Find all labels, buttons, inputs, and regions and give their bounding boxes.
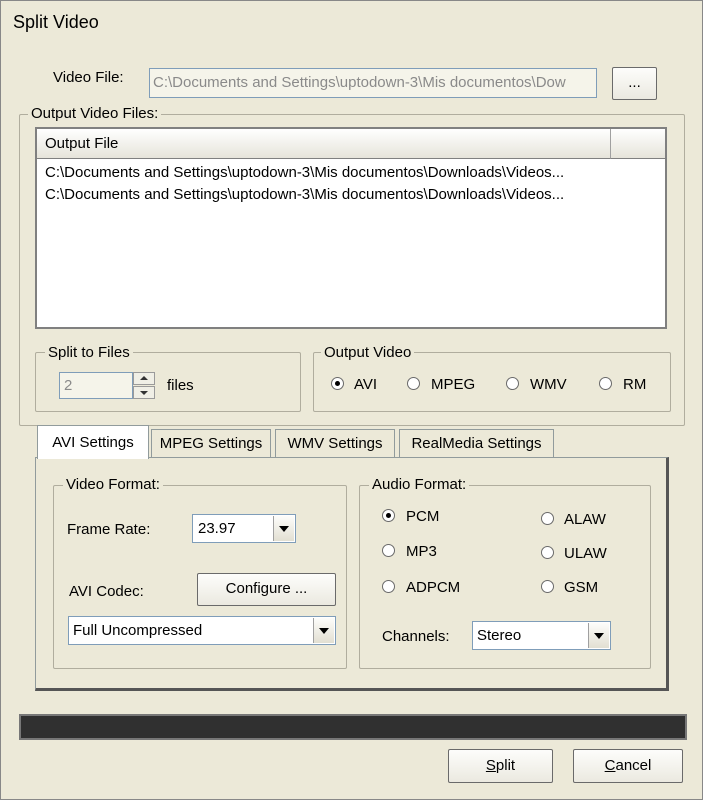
radio-avi[interactable] [331,377,344,390]
tab-realmedia-settings[interactable]: RealMedia Settings [399,429,554,457]
list-item[interactable]: C:\Documents and Settings\uptodown-3\Mis… [45,186,564,203]
radio-avi-label[interactable]: AVI [354,376,377,393]
progress-bar [19,714,687,740]
tab-avi-settings[interactable]: AVI Settings [37,425,149,459]
spinner-down-icon[interactable] [133,386,155,399]
split-to-files-label: Split to Files [45,344,133,361]
column-header-output-file[interactable]: Output File [37,129,611,159]
radio-mp3-label[interactable]: MP3 [406,543,437,560]
channels-select[interactable]: Stereo [472,621,611,650]
list-item[interactable]: C:\Documents and Settings\uptodown-3\Mis… [45,164,564,181]
radio-pcm-label[interactable]: PCM [406,508,439,525]
chevron-down-icon[interactable] [313,618,334,643]
chevron-down-icon[interactable] [588,623,609,648]
radio-pcm[interactable] [382,509,395,522]
radio-gsm[interactable] [541,580,554,593]
radio-wmv-label[interactable]: WMV [530,376,567,393]
column-header-empty[interactable] [611,129,665,159]
radio-alaw[interactable] [541,512,554,525]
channels-label: Channels: [382,628,450,645]
radio-rm-label[interactable]: RM [623,376,646,393]
tab-wmv-settings[interactable]: WMV Settings [275,429,395,457]
cancel-button[interactable]: Cancel [573,749,683,783]
spinner-up-icon[interactable] [133,372,155,385]
radio-mpeg-label[interactable]: MPEG [431,376,475,393]
video-file-label: Video File: [53,69,124,86]
avi-codec-select[interactable]: Full Uncompressed [68,616,336,645]
title-bar[interactable]: Split Video [1,1,702,45]
radio-rm[interactable] [599,377,612,390]
browse-button[interactable]: ... [612,67,657,100]
files-unit-label: files [167,377,194,394]
window-title: Split Video [13,12,99,32]
radio-adpcm[interactable] [382,580,395,593]
split-button[interactable]: Split [448,749,553,783]
tab-mpeg-settings[interactable]: MPEG Settings [151,429,271,457]
radio-ulaw[interactable] [541,546,554,559]
video-format-label: Video Format: [63,476,163,493]
video-file-field[interactable]: C:\Documents and Settings\uptodown-3\Mis… [149,68,597,98]
radio-ulaw-label[interactable]: ULAW [564,545,607,562]
avi-codec-label: AVI Codec: [69,583,144,600]
radio-adpcm-label[interactable]: ADPCM [406,579,460,596]
radio-mpeg[interactable] [407,377,420,390]
split-count-spinner[interactable] [133,372,155,399]
radio-alaw-label[interactable]: ALAW [564,511,606,528]
frame-rate-label: Frame Rate: [67,521,151,538]
radio-gsm-label[interactable]: GSM [564,579,598,596]
radio-wmv[interactable] [506,377,519,390]
output-video-files-label: Output Video Files: [28,105,162,122]
split-video-window: Split Video Video File: C:\Documents and… [0,0,703,800]
chevron-down-icon[interactable] [273,516,294,541]
audio-format-label: Audio Format: [369,476,470,493]
split-count-input[interactable]: 2 [59,372,133,399]
radio-mp3[interactable] [382,544,395,557]
frame-rate-select[interactable]: 23.97 [192,514,296,543]
output-video-label: Output Video [321,344,415,361]
configure-button[interactable]: Configure ... [197,573,336,606]
output-files-list[interactable]: Output File C:\Documents and Settings\up… [35,127,667,329]
